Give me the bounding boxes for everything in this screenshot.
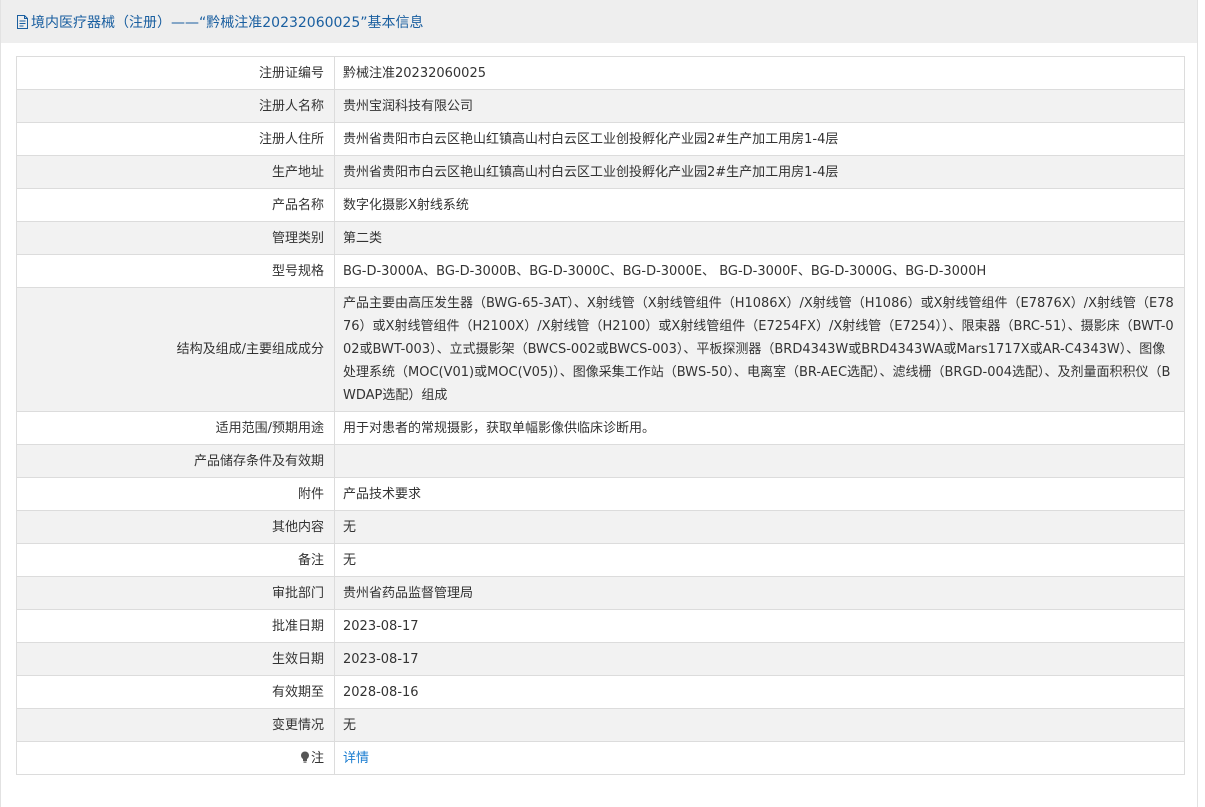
table-row: 生效日期 2023-08-17 [16, 642, 1185, 676]
row-label: 注册证编号 [16, 56, 335, 90]
page-title: 境内医疗器械（注册）——“黔械注准20232060025”基本信息 [31, 14, 424, 31]
row-value: 无 [334, 543, 1185, 577]
table-row: 变更情况 无 [16, 708, 1185, 742]
row-label: 其他内容 [16, 510, 335, 544]
page-title-bar: 境内医疗器械（注册）——“黔械注准20232060025”基本信息 [1, 0, 1197, 43]
table-row: 有效期至 2028-08-16 [16, 675, 1185, 709]
row-label: 生产地址 [16, 155, 335, 189]
table-row: 产品储存条件及有效期 [16, 444, 1185, 478]
row-label: 生效日期 [16, 642, 335, 676]
row-label: 有效期至 [16, 675, 335, 709]
row-label: 型号规格 [16, 254, 335, 288]
table-row: 注册人名称 贵州宝润科技有限公司 [16, 89, 1185, 123]
page-frame: 境内医疗器械（注册）——“黔械注准20232060025”基本信息 注册证编号 … [0, 0, 1198, 807]
table-row: 注册人住所 贵州省贵阳市白云区艳山红镇高山村白云区工业创投孵化产业园2#生产加工… [16, 122, 1185, 156]
row-label: 结构及组成/主要组成成分 [16, 287, 335, 412]
row-label: 变更情况 [16, 708, 335, 742]
row-label: 附件 [16, 477, 335, 511]
table-row: 注册证编号 黔械注准20232060025 [16, 56, 1185, 90]
row-value: 贵州省药品监督管理局 [334, 576, 1185, 610]
row-value: 黔械注准20232060025 [334, 56, 1185, 90]
table-row: 批准日期 2023-08-17 [16, 609, 1185, 643]
note-value-cell: 详情 [334, 741, 1185, 775]
table-row: 附件 产品技术要求 [16, 477, 1185, 511]
table-row: 结构及组成/主要组成成分 产品主要由高压发生器（BWG-65-3AT）、X射线管… [16, 287, 1185, 412]
row-label: 适用范围/预期用途 [16, 411, 335, 445]
row-label: 产品名称 [16, 188, 335, 222]
row-label: 注册人名称 [16, 89, 335, 123]
row-label: 产品储存条件及有效期 [16, 444, 335, 478]
row-label: 备注 [16, 543, 335, 577]
row-value: 产品主要由高压发生器（BWG-65-3AT）、X射线管（X射线管组件（H1086… [334, 287, 1185, 412]
row-label: 批准日期 [16, 609, 335, 643]
table-row: 备注 无 [16, 543, 1185, 577]
table-row: 审批部门 贵州省药品监督管理局 [16, 576, 1185, 610]
note-label: 注 [310, 750, 324, 766]
lightbulb-icon [300, 751, 309, 763]
row-value: 第二类 [334, 221, 1185, 255]
row-value: 产品技术要求 [334, 477, 1185, 511]
table-row: 生产地址 贵州省贵阳市白云区艳山红镇高山村白云区工业创投孵化产业园2#生产加工用… [16, 155, 1185, 189]
note-label-cell: 注 [16, 741, 335, 775]
row-value: BG-D-3000A、BG-D-3000B、BG-D-3000C、BG-D-30… [334, 254, 1185, 288]
table-row: 其他内容 无 [16, 510, 1185, 544]
info-table: 注册证编号 黔械注准20232060025 注册人名称 贵州宝润科技有限公司 注… [16, 56, 1185, 775]
row-value: 无 [334, 708, 1185, 742]
row-value: 用于对患者的常规摄影，获取单幅影像供临床诊断用。 [334, 411, 1185, 445]
table-row: 管理类别 第二类 [16, 221, 1185, 255]
table-row: 产品名称 数字化摄影X射线系统 [16, 188, 1185, 222]
details-link[interactable]: 详情 [343, 751, 369, 766]
row-value: 无 [334, 510, 1185, 544]
row-value [334, 444, 1185, 478]
table-row: 型号规格 BG-D-3000A、BG-D-3000B、BG-D-3000C、BG… [16, 254, 1185, 288]
row-value: 数字化摄影X射线系统 [334, 188, 1185, 222]
document-icon [17, 14, 28, 29]
table-row: 适用范围/预期用途 用于对患者的常规摄影，获取单幅影像供临床诊断用。 [16, 411, 1185, 445]
row-label: 管理类别 [16, 221, 335, 255]
row-value: 贵州宝润科技有限公司 [334, 89, 1185, 123]
row-value: 贵州省贵阳市白云区艳山红镇高山村白云区工业创投孵化产业园2#生产加工用房1-4层 [334, 122, 1185, 156]
row-value: 2023-08-17 [334, 609, 1185, 643]
row-label: 注册人住所 [16, 122, 335, 156]
row-value: 2023-08-17 [334, 642, 1185, 676]
note-row: 注 详情 [16, 741, 1185, 775]
row-value: 贵州省贵阳市白云区艳山红镇高山村白云区工业创投孵化产业园2#生产加工用房1-4层 [334, 155, 1185, 189]
info-table-wrapper: 注册证编号 黔械注准20232060025 注册人名称 贵州宝润科技有限公司 注… [16, 56, 1185, 775]
row-label: 审批部门 [16, 576, 335, 610]
row-value: 2028-08-16 [334, 675, 1185, 709]
